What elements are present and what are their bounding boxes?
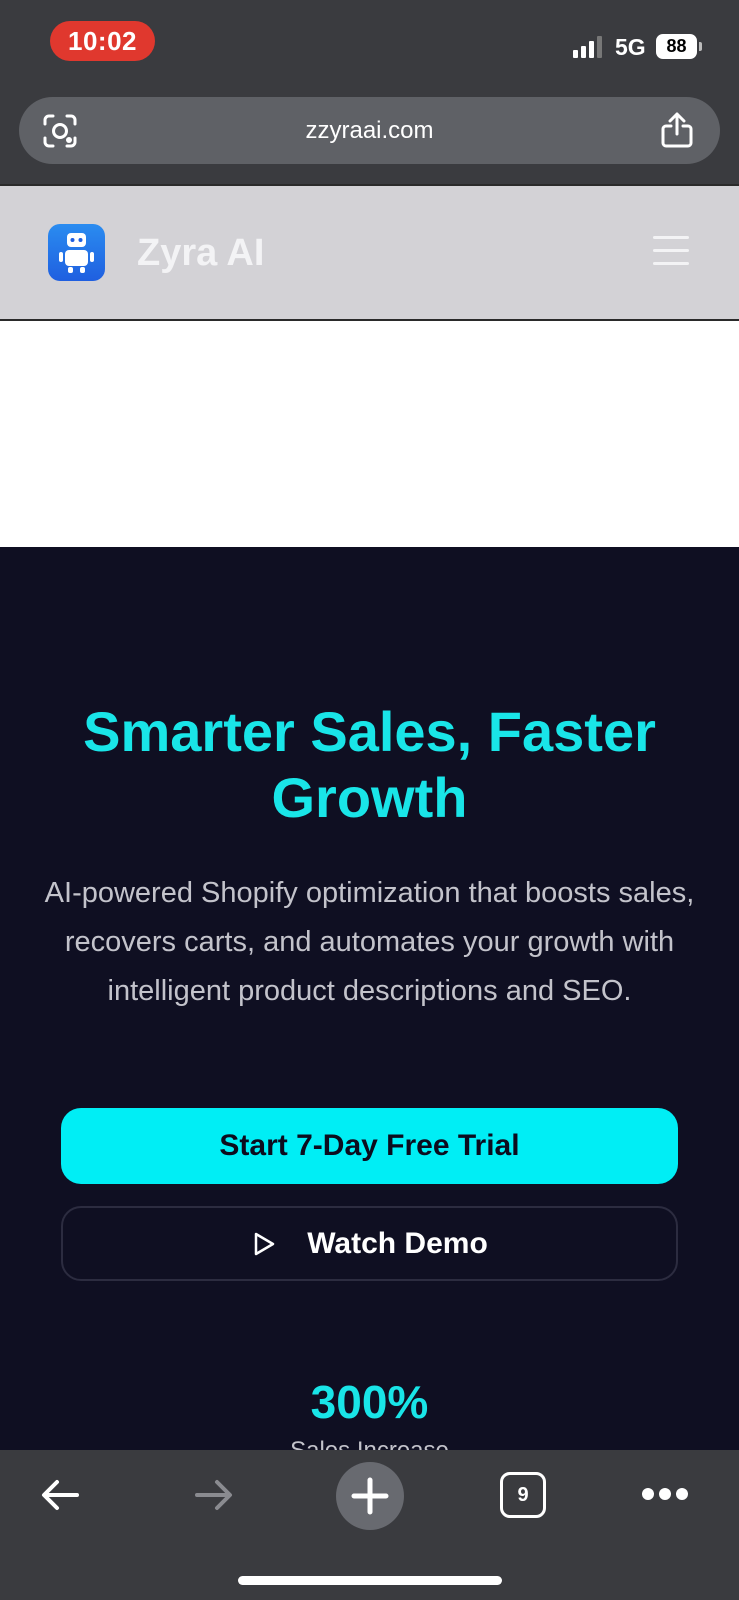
watch-demo-button[interactable]: Watch Demo bbox=[61, 1206, 678, 1281]
plus-icon bbox=[351, 1477, 389, 1515]
more-dots-icon[interactable] bbox=[640, 1486, 690, 1502]
stat-value: 300% bbox=[310, 1376, 429, 1428]
site-header: Zyra AI bbox=[0, 184, 739, 321]
tab-switcher-button[interactable]: 9 bbox=[500, 1472, 546, 1518]
home-indicator bbox=[238, 1576, 502, 1585]
browser-toolbar: zzyraai.com bbox=[0, 90, 739, 184]
hero-section: Smarter Sales, Faster Growth AI-powered … bbox=[0, 547, 739, 1464]
hero-title: Smarter Sales, Faster Growth bbox=[83, 700, 656, 829]
robot-logo-icon[interactable] bbox=[48, 224, 105, 281]
signal-strength-icon bbox=[573, 36, 607, 58]
blank-area bbox=[0, 321, 739, 547]
status-bar: 10:02 5G 88 bbox=[0, 0, 739, 90]
battery-icon: 88 bbox=[656, 34, 697, 59]
brand-name[interactable]: Zyra AI bbox=[137, 232, 264, 275]
battery-tip bbox=[699, 42, 702, 51]
bottom-toolbar: 9 bbox=[0, 1450, 739, 1600]
hamburger-menu-icon[interactable] bbox=[653, 236, 689, 266]
back-arrow-icon[interactable] bbox=[35, 1470, 85, 1520]
new-tab-button[interactable] bbox=[336, 1462, 404, 1530]
start-trial-button[interactable]: Start 7-Day Free Trial bbox=[61, 1108, 678, 1184]
url-text: zzyraai.com bbox=[305, 117, 434, 144]
share-icon[interactable] bbox=[657, 110, 697, 150]
play-icon bbox=[254, 1232, 275, 1255]
hero-subtitle: AI-powered Shopify optimization that boo… bbox=[44, 877, 695, 1007]
watch-demo-label: Watch Demo bbox=[307, 1226, 488, 1260]
address-bar[interactable]: zzyraai.com bbox=[19, 97, 720, 164]
clock-time: 10:02 bbox=[50, 21, 155, 61]
network-type: 5G bbox=[615, 34, 646, 60]
forward-arrow-icon[interactable] bbox=[189, 1470, 239, 1520]
